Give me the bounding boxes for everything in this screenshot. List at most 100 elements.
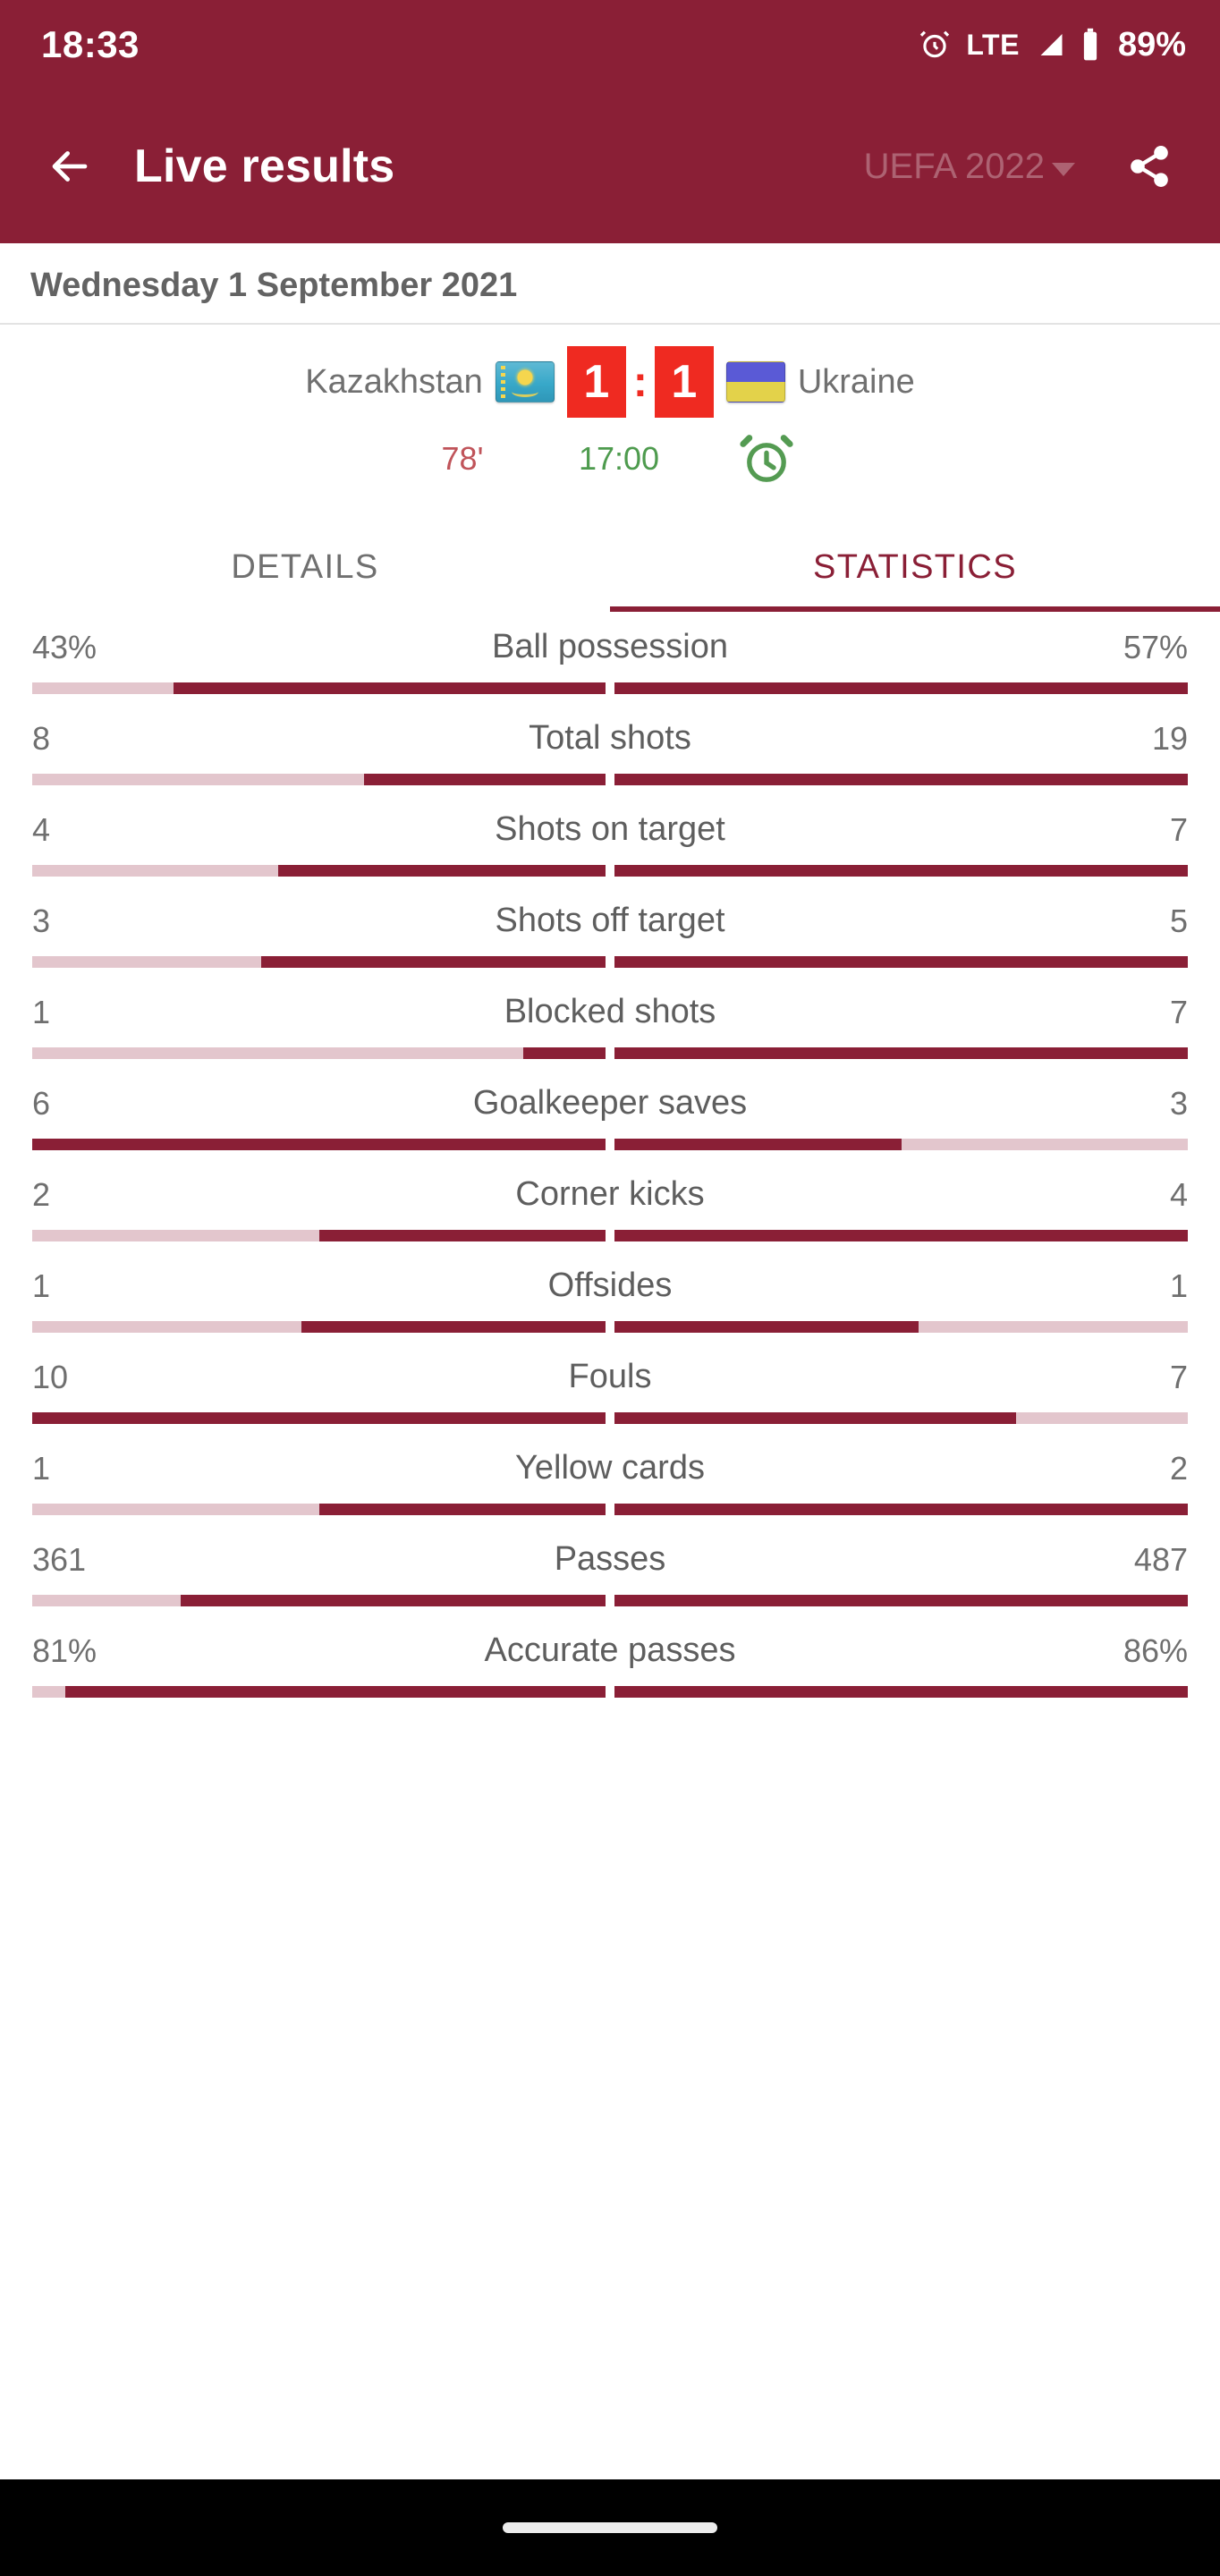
alarm-clock-icon xyxy=(918,28,952,62)
stat-label: Total shots xyxy=(529,719,691,757)
stat-away-value: 487 xyxy=(1133,1540,1188,1578)
stat-header: 3 Shots off target 5 xyxy=(32,902,1188,956)
stat-away-value: 5 xyxy=(1169,902,1188,939)
match-kickoff-time: 17:00 xyxy=(578,440,660,477)
home-gesture-pill[interactable] xyxy=(503,2522,717,2533)
status-indicators: LTE 89% xyxy=(918,26,1186,64)
stat-label: Offsides xyxy=(547,1267,673,1304)
stat-row: 1 Yellow cards 2 xyxy=(0,1433,1220,1524)
stat-header: 6 Goalkeeper saves 3 xyxy=(32,1084,1188,1139)
stat-away-value: 57% xyxy=(1123,628,1188,665)
statistics-list: 43% Ball possession 57% 8 Total shots 19 4 Shot… xyxy=(0,612,1220,2479)
tab-statistics[interactable]: STATISTICS xyxy=(610,521,1220,612)
stat-away-bar xyxy=(614,1504,1188,1515)
match-card[interactable]: Kazakhstan 1 : 1 Ukraine 78' 17:00 xyxy=(0,325,1220,500)
back-button[interactable] xyxy=(29,125,111,208)
share-button[interactable] xyxy=(1111,128,1188,205)
stat-home-bar xyxy=(32,774,606,785)
stat-bars xyxy=(32,956,1188,977)
stat-header: 361 Passes 487 xyxy=(32,1540,1188,1595)
stat-home-value: 43% xyxy=(32,628,97,665)
stat-away-value: 2 xyxy=(1169,1449,1188,1487)
stat-home-bar xyxy=(32,1230,606,1241)
stat-row: 2 Corner kicks 4 xyxy=(0,1159,1220,1250)
stat-away-bar xyxy=(614,1139,1188,1150)
stat-label: Yellow cards xyxy=(515,1449,705,1487)
stat-bars xyxy=(32,865,1188,886)
match-reminder-button[interactable] xyxy=(699,430,834,487)
stat-bars xyxy=(32,1686,1188,1707)
battery-icon xyxy=(1080,28,1100,62)
stat-row: 1 Offsides 1 xyxy=(0,1250,1220,1342)
stat-home-bar xyxy=(32,1139,606,1150)
stat-away-value: 7 xyxy=(1169,810,1188,848)
stat-label: Ball possession xyxy=(491,628,729,665)
stat-row: 361 Passes 487 xyxy=(0,1524,1220,1615)
stat-away-value: 19 xyxy=(1151,719,1188,757)
stat-bars xyxy=(32,1321,1188,1342)
away-team-flag-icon xyxy=(725,361,785,402)
stat-label: Passes xyxy=(554,1540,666,1578)
stat-bars xyxy=(32,1595,1188,1615)
stat-row: 10 Fouls 7 xyxy=(0,1342,1220,1433)
stat-header: 1 Offsides 1 xyxy=(32,1267,1188,1321)
stat-header: 2 Corner kicks 4 xyxy=(32,1175,1188,1230)
system-navigation-bar xyxy=(0,2479,1220,2576)
stat-home-value: 10 xyxy=(32,1358,69,1395)
stat-home-bar xyxy=(32,1504,606,1515)
stat-label: Blocked shots xyxy=(504,993,716,1030)
stat-row: 6 Goalkeeper saves 3 xyxy=(0,1068,1220,1159)
stat-row: 81% Accurate passes 86% xyxy=(0,1615,1220,1707)
stat-away-bar xyxy=(614,1686,1188,1698)
stat-row: 1 Blocked shots 7 xyxy=(0,977,1220,1068)
stat-bars xyxy=(32,1047,1188,1068)
app-bar: Live results UEFA 2022 xyxy=(0,89,1220,243)
match-substatus: 78' 17:00 xyxy=(0,430,1220,487)
stat-away-value: 7 xyxy=(1169,1358,1188,1395)
stat-home-bar xyxy=(32,956,606,968)
stat-home-value: 3 xyxy=(32,902,51,939)
stat-bars xyxy=(32,1412,1188,1433)
stat-label: Fouls xyxy=(568,1358,652,1395)
stat-home-bar xyxy=(32,1595,606,1606)
stat-away-bar xyxy=(614,1230,1188,1241)
season-selector[interactable]: UEFA 2022 xyxy=(864,147,1075,187)
match-scoreline: Kazakhstan 1 : 1 Ukraine xyxy=(0,346,1220,418)
stat-bars xyxy=(32,1139,1188,1159)
stat-label: Accurate passes xyxy=(484,1631,736,1669)
stat-header: 10 Fouls 7 xyxy=(32,1358,1188,1412)
status-time: 18:33 xyxy=(41,23,140,65)
stat-home-value: 2 xyxy=(32,1175,51,1213)
stat-away-bar xyxy=(614,865,1188,877)
stat-away-bar xyxy=(614,1047,1188,1059)
stat-home-value: 4 xyxy=(32,810,51,848)
stat-home-bar xyxy=(32,1686,606,1698)
stat-away-bar xyxy=(614,1412,1188,1424)
stat-home-value: 81% xyxy=(32,1631,97,1669)
stat-home-bar xyxy=(32,1047,606,1059)
home-team-flag-icon xyxy=(495,361,555,402)
stat-home-bar xyxy=(32,1321,606,1333)
tab-details[interactable]: DETAILS xyxy=(0,521,610,612)
stat-away-value: 4 xyxy=(1169,1175,1188,1213)
stat-away-bar xyxy=(614,682,1188,694)
away-team-name: Ukraine xyxy=(797,362,915,401)
stat-bars xyxy=(32,682,1188,703)
stat-away-bar xyxy=(614,774,1188,785)
stat-header: 8 Total shots 19 xyxy=(32,719,1188,774)
phone-screen: 18:33 LTE 89% Live results UEFA 2022 Wed… xyxy=(0,0,1220,2576)
stat-header: 43% Ball possession 57% xyxy=(32,628,1188,682)
date-header: Wednesday 1 September 2021 xyxy=(0,243,1220,325)
match-minute: 78' xyxy=(441,440,484,477)
stat-header: 1 Blocked shots 7 xyxy=(32,993,1188,1047)
stat-home-bar xyxy=(32,682,606,694)
stat-label: Corner kicks xyxy=(515,1175,705,1213)
page-title: Live results xyxy=(134,140,395,192)
stat-label: Shots off target xyxy=(495,902,725,939)
battery-percent: 89% xyxy=(1117,25,1186,64)
stat-home-value: 361 xyxy=(32,1540,87,1578)
stat-away-bar xyxy=(614,1595,1188,1606)
stat-header: 4 Shots on target 7 xyxy=(32,810,1188,865)
stat-home-value: 8 xyxy=(32,719,51,757)
stat-home-bar xyxy=(32,1412,606,1424)
